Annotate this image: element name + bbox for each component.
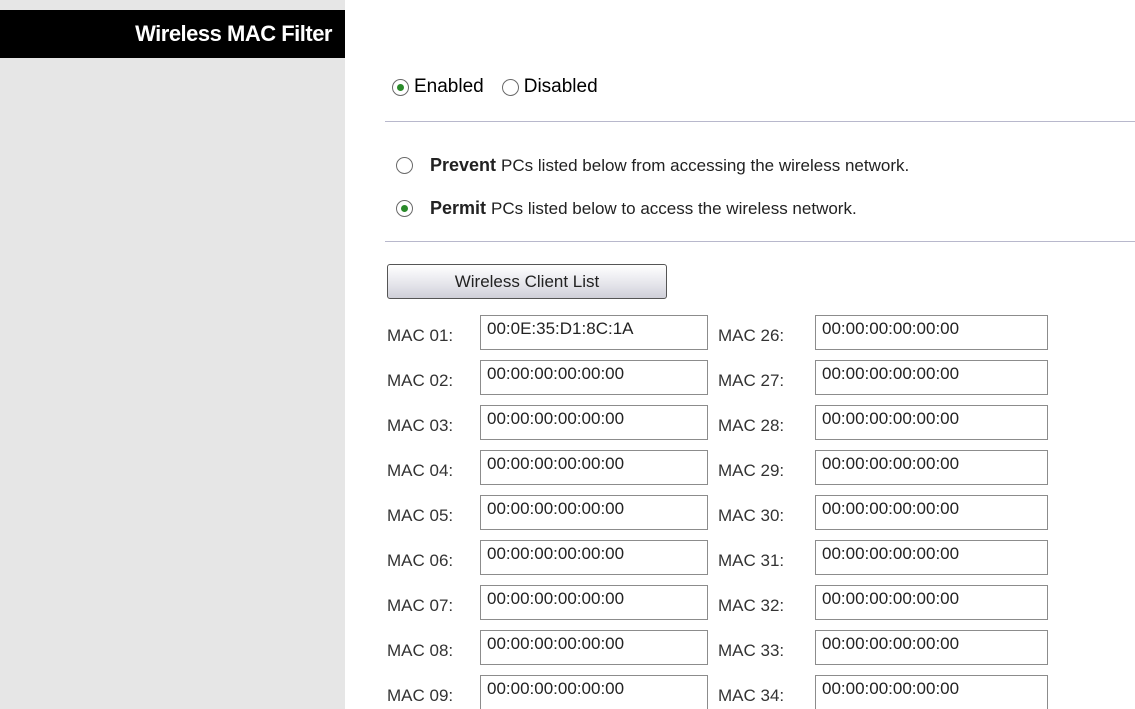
mac-address-input[interactable]: [480, 495, 708, 530]
mac-address-grid: MAC 01: MAC 26: MAC 02: MAC 27: MAC 03: MAC 2…: [387, 310, 1058, 709]
mac-address-input[interactable]: [815, 630, 1048, 665]
divider: [385, 241, 1135, 242]
mac-label: MAC 33:: [718, 640, 785, 660]
mac-address-input[interactable]: [480, 585, 708, 620]
enabled-radio[interactable]: [392, 78, 409, 96]
mac-label: MAC 28:: [718, 415, 785, 435]
mac-row: MAC 07: MAC 32:: [387, 580, 1058, 625]
mac-address-input[interactable]: [480, 675, 708, 709]
mac-label: MAC 27:: [718, 370, 785, 390]
mac-label: MAC 01:: [387, 325, 454, 345]
mac-row: MAC 06: MAC 31:: [387, 535, 1058, 580]
mac-label: MAC 07:: [387, 595, 454, 615]
mac-address-input[interactable]: [815, 675, 1048, 709]
mac-address-input[interactable]: [815, 315, 1048, 350]
mac-label: MAC 30:: [718, 505, 785, 525]
mac-address-input[interactable]: [480, 450, 708, 485]
mac-row: MAC 09: MAC 34:: [387, 670, 1058, 709]
mac-label: MAC 04:: [387, 460, 454, 480]
permit-label: PCs listed below to access the wireless …: [491, 198, 857, 218]
mac-label: MAC 29:: [718, 460, 785, 480]
mac-filter-toggle-group: Enabled Disabled: [392, 76, 616, 98]
mac-row: MAC 05: MAC 30:: [387, 490, 1058, 535]
mac-address-input[interactable]: [815, 450, 1048, 485]
page: Wireless MAC Filter Enabled Disabled Pre…: [0, 0, 1135, 709]
mac-label: MAC 05:: [387, 505, 454, 525]
divider: [385, 121, 1135, 122]
mac-label: MAC 09:: [387, 685, 454, 705]
mac-label: MAC 32:: [718, 595, 785, 615]
prevent-radio[interactable]: [396, 157, 413, 174]
mac-row: MAC 01: MAC 26:: [387, 310, 1058, 355]
mac-label: MAC 06:: [387, 550, 454, 570]
prevent-option: Prevent PCs listed below from accessing …: [396, 155, 909, 176]
enabled-label: Enabled: [414, 76, 484, 97]
mac-row: MAC 03: MAC 28:: [387, 400, 1058, 445]
mac-address-input[interactable]: [480, 360, 708, 395]
main-content: Enabled Disabled Prevent PCs listed belo…: [345, 0, 1135, 709]
mac-address-input[interactable]: [480, 630, 708, 665]
permit-bold-label: Permit: [430, 198, 487, 218]
mac-address-input[interactable]: [815, 540, 1048, 575]
sidebar-title: Wireless MAC Filter: [0, 10, 345, 58]
disabled-label: Disabled: [523, 76, 598, 97]
mac-label: MAC 26:: [718, 325, 785, 345]
mac-row: MAC 08: MAC 33:: [387, 625, 1058, 670]
wireless-client-list-button[interactable]: Wireless Client List: [387, 264, 667, 299]
mac-address-input[interactable]: [480, 540, 708, 575]
mac-address-input[interactable]: [815, 585, 1048, 620]
mac-address-input[interactable]: [815, 405, 1048, 440]
mac-label: MAC 03:: [387, 415, 454, 435]
mac-label: MAC 02:: [387, 370, 454, 390]
mac-label: MAC 34:: [718, 685, 785, 705]
sidebar: Wireless MAC Filter: [0, 0, 345, 709]
mac-address-input[interactable]: [815, 495, 1048, 530]
prevent-bold-label: Prevent: [430, 155, 497, 175]
mac-label: MAC 31:: [718, 550, 785, 570]
mac-address-input[interactable]: [815, 360, 1048, 395]
disabled-radio[interactable]: [501, 78, 519, 96]
mac-address-input[interactable]: [480, 405, 708, 440]
mac-label: MAC 08:: [387, 640, 454, 660]
prevent-label: PCs listed below from accessing the wire…: [501, 155, 910, 175]
permit-radio[interactable]: [396, 200, 413, 217]
mac-row: MAC 02: MAC 27:: [387, 355, 1058, 400]
mac-address-input[interactable]: [480, 315, 708, 350]
mac-row: MAC 04: MAC 29:: [387, 445, 1058, 490]
permit-option: Permit PCs listed below to access the wi…: [396, 198, 857, 219]
